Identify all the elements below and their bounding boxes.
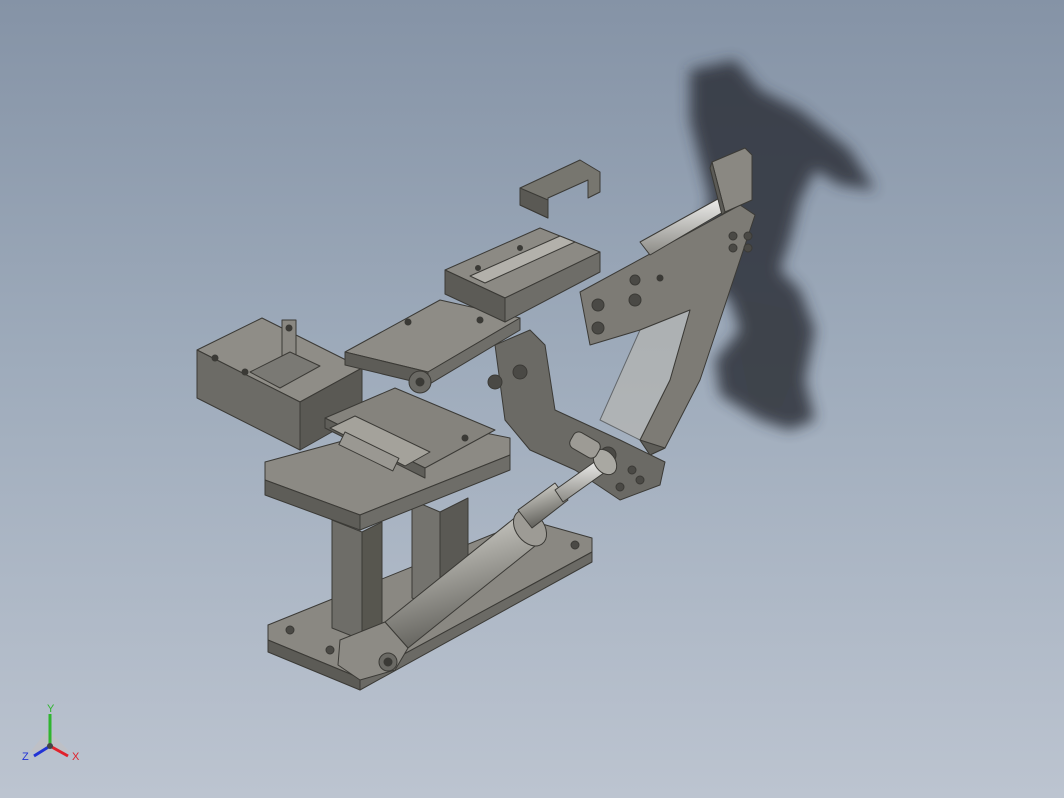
orientation-triad: Y X Z xyxy=(22,703,80,763)
x-axis-label: X xyxy=(72,751,80,763)
fixture-assembly[interactable] xyxy=(196,147,756,691)
y-axis-label: Y xyxy=(47,703,55,715)
z-axis-label: Z xyxy=(22,751,29,763)
u-bracket[interactable] xyxy=(519,159,601,219)
cad-viewport[interactable]: Y X Z xyxy=(0,0,1064,798)
